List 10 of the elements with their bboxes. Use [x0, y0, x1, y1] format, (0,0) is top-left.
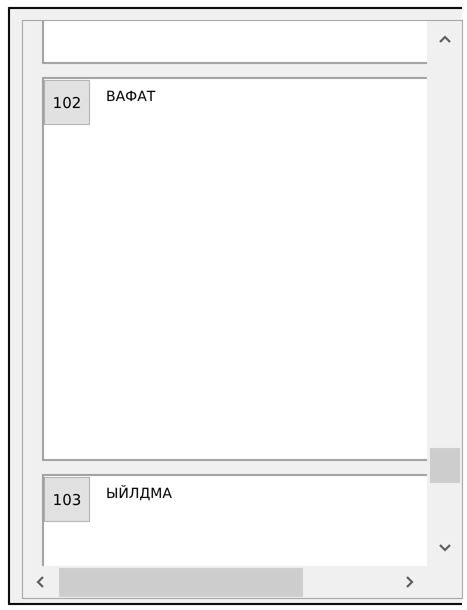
scroll-thumb[interactable] [430, 448, 460, 483]
scroll-right-icon[interactable] [405, 575, 415, 589]
scroll-down-icon[interactable] [438, 543, 452, 553]
scroll-up-icon[interactable] [438, 34, 452, 44]
scroll-thumb[interactable] [59, 568, 303, 596]
record-number: 103 [44, 477, 90, 522]
record-text: ЫЙЛДМА [106, 486, 172, 502]
record-number: 102 [44, 80, 90, 125]
scroll-left-icon[interactable] [35, 575, 45, 589]
record-text: ВАФАТ [106, 89, 156, 105]
